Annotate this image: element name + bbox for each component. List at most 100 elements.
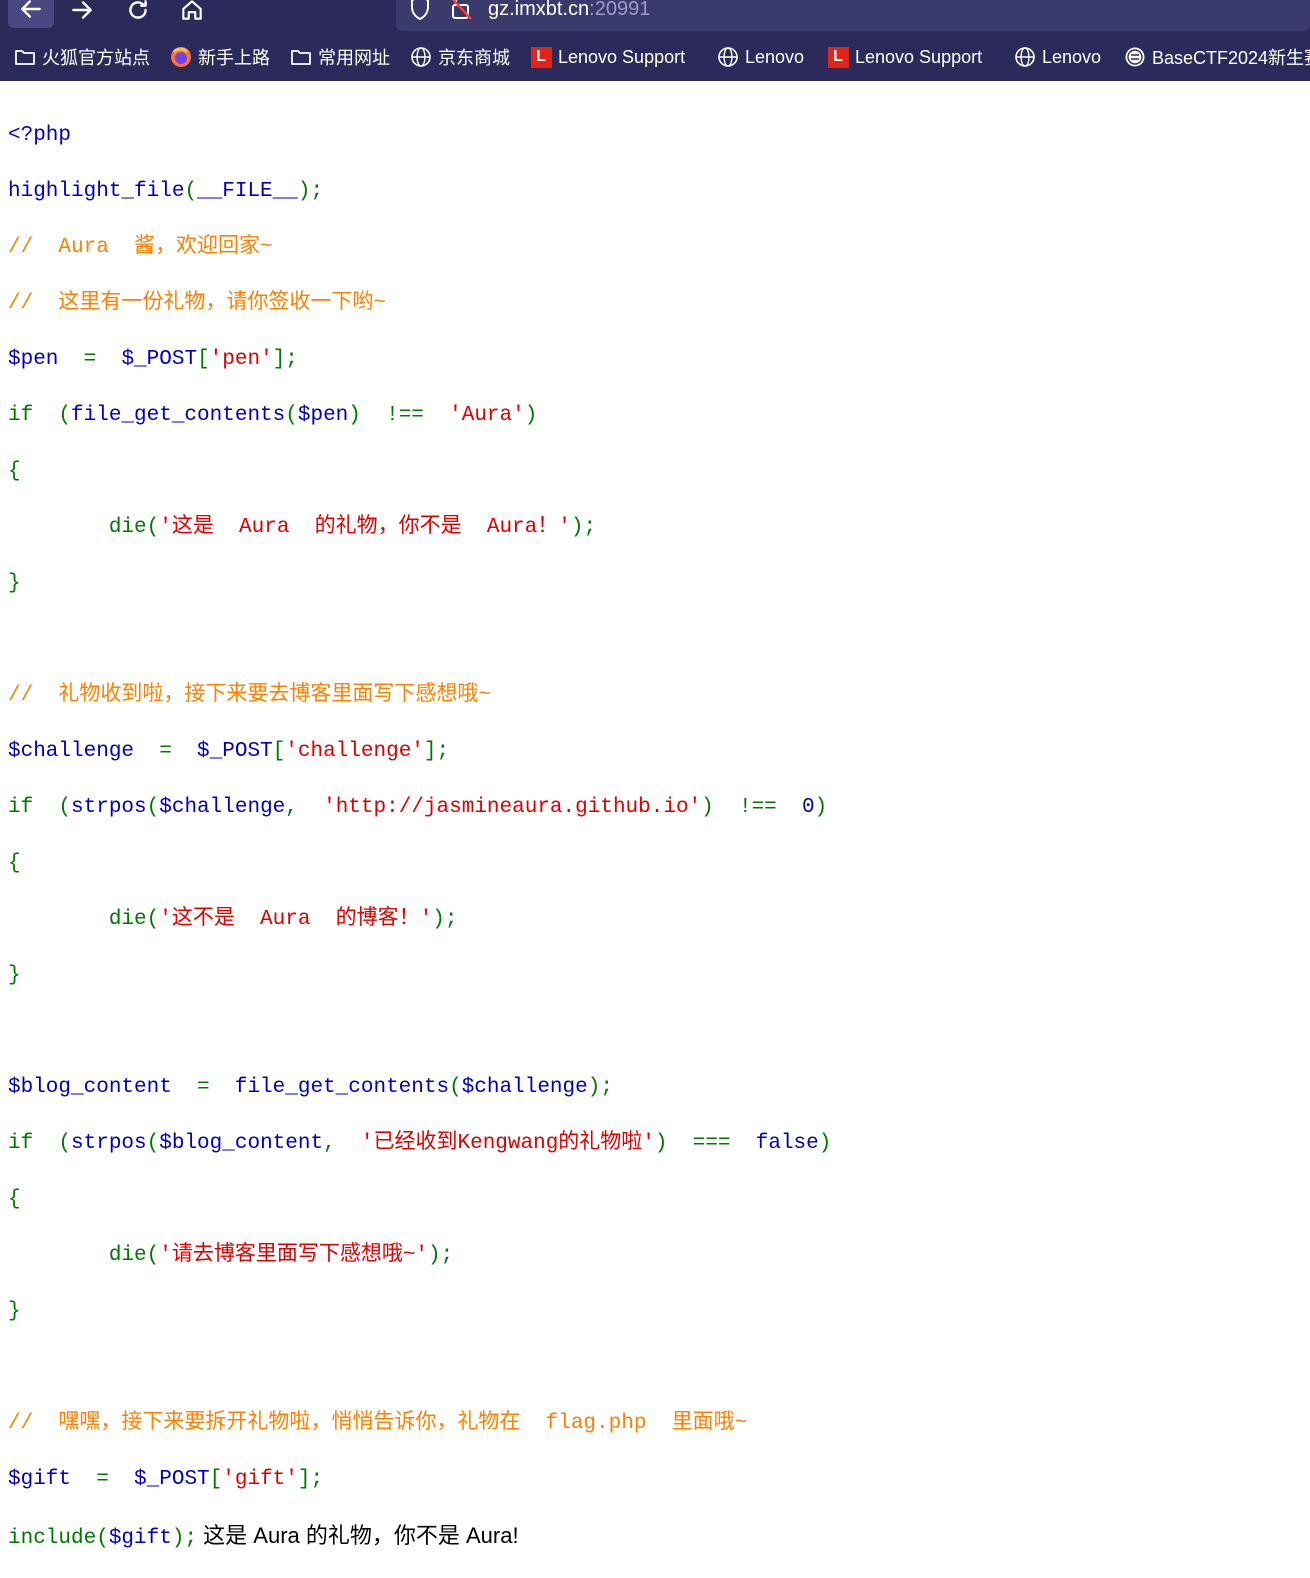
code-line: $blog_content = file_get_contents($chall… xyxy=(8,1074,831,1102)
code-token: $_POST xyxy=(121,348,198,371)
bookmark-label: 火狐官方站点 xyxy=(42,48,150,68)
code-token: <?php xyxy=(8,124,72,147)
code-line: die('这是 Aura 的礼物，你不是 Aura！'); xyxy=(8,514,831,542)
globe-icon xyxy=(1014,46,1036,68)
bookmark-label: 常用网址 xyxy=(318,48,390,68)
code-token: strpos xyxy=(71,796,147,819)
code-token: ) xyxy=(814,796,828,819)
code-token: , xyxy=(285,796,324,819)
globe-icon xyxy=(410,46,432,68)
code-token: ) xyxy=(818,1132,832,1155)
bookmarks-bar: 火狐官方站点 新手上路 常用网址 京东商城 L Lenovo Support L… xyxy=(0,33,1310,81)
arrow-left-icon xyxy=(21,0,41,18)
code-token: ( xyxy=(285,404,298,427)
code-comment: // 这里有一份礼物，请你签收一下哟~ xyxy=(8,292,387,315)
bookmark-lenovo-support-1[interactable]: L Lenovo Support xyxy=(530,43,685,71)
code-comment: // 礼物收到啦，接下来要去博客里面写下感想哦~ xyxy=(8,684,492,707)
bookmark-lenovo-1[interactable]: Lenovo xyxy=(717,43,804,71)
code-line: } xyxy=(8,1298,831,1326)
code-token: ) !== xyxy=(348,404,450,427)
code-string: 'challenge' xyxy=(285,740,424,763)
code-token: ) === xyxy=(654,1132,756,1155)
code-token: $pen xyxy=(8,348,59,371)
code-line: if (strpos($challenge, 'http://jasmineau… xyxy=(8,794,831,822)
code-token: $challenge xyxy=(159,796,286,819)
code-token: ( xyxy=(184,180,198,203)
code-string: '已经收到Kengwang的礼物啦' xyxy=(360,1132,655,1155)
code-token: } xyxy=(8,572,21,595)
bookmark-label: BaseCTF2024新生赛 xyxy=(1152,48,1310,68)
code-token: ) xyxy=(524,404,538,427)
code-token: { xyxy=(8,460,21,483)
code-token: ); xyxy=(171,1527,198,1550)
code-token: ); xyxy=(587,1076,613,1099)
code-token: { xyxy=(8,852,21,875)
code-token: $pen xyxy=(297,404,349,427)
code-token: $blog_content xyxy=(159,1132,324,1155)
bookmark-label: 京东商城 xyxy=(438,48,510,68)
bookmark-lenovo-2[interactable]: Lenovo xyxy=(1014,43,1101,71)
tracking-shield-icon[interactable] xyxy=(408,0,432,26)
code-token: [ xyxy=(197,348,210,371)
code-line: { xyxy=(8,458,831,486)
code-token: ( xyxy=(146,796,160,819)
code-string: '请去博客里面写下感想哦~' xyxy=(159,1244,429,1267)
code-string: 'http://jasmineaura.github.io' xyxy=(323,796,702,819)
code-token: $_POST xyxy=(134,1468,210,1491)
code-line: // 这里有一份礼物，请你签收一下哟~ xyxy=(8,290,831,318)
arrow-right-icon xyxy=(72,1,92,19)
code-string: 'pen' xyxy=(209,348,273,371)
code-token: $challenge xyxy=(461,1076,588,1099)
code-token: $gift xyxy=(108,1527,172,1550)
page-output-text: 这是 Aura 的礼物，你不是 Aura! xyxy=(197,1523,519,1548)
code-token: = xyxy=(134,740,198,763)
code-token: if ( xyxy=(8,1132,72,1155)
code-token: ); xyxy=(570,516,597,539)
code-token: if ( xyxy=(8,796,72,819)
code-token: ) !== xyxy=(701,796,802,819)
code-token: ]; xyxy=(272,348,298,371)
bookmark-lenovo-support-2[interactable]: L Lenovo Support xyxy=(827,43,982,71)
code-token: __FILE__ xyxy=(197,180,298,203)
folder-icon xyxy=(14,46,36,68)
code-line: die('这不是 Aura 的博客！'); xyxy=(8,906,831,934)
globe-icon xyxy=(717,46,739,68)
code-string: '这是 Aura 的礼物，你不是 Aura！' xyxy=(159,516,571,539)
code-line: highlight_file(__FILE__); xyxy=(8,178,831,206)
code-line: // Aura 酱，欢迎回家~ xyxy=(8,234,831,262)
reload-button[interactable] xyxy=(122,0,154,26)
url-host: gz.imxbt.cn xyxy=(488,0,590,20)
code-token: $gift xyxy=(8,1468,72,1491)
code-token: [ xyxy=(272,740,286,763)
code-token: highlight_file xyxy=(8,180,185,203)
code-token: ]; xyxy=(423,740,450,763)
bookmark-jd[interactable]: 京东商城 xyxy=(410,43,510,71)
code-token: $challenge xyxy=(8,740,135,763)
lenovo-icon: L xyxy=(827,46,849,68)
bookmark-common-sites[interactable]: 常用网址 xyxy=(290,43,390,71)
code-line: $gift = $_POST['gift']; xyxy=(8,1466,831,1494)
back-button[interactable] xyxy=(8,0,54,28)
forward-button[interactable] xyxy=(66,0,98,26)
code-line: // 嘿嘿，接下来要拆开礼物啦，悄悄告诉你，礼物在 flag.php 里面哦~ xyxy=(8,1410,831,1438)
code-line: { xyxy=(8,1186,831,1214)
code-token: $blog_content xyxy=(8,1076,172,1099)
home-button[interactable] xyxy=(176,0,208,26)
url-text[interactable]: gz.imxbt.cn:20991 xyxy=(488,0,650,24)
bookmark-label: Lenovo Support xyxy=(558,46,686,67)
php-source-code: <?php highlight_file(__FILE__); // Aura … xyxy=(8,94,831,1578)
bookmark-basectf[interactable]: BaseCTF2024新生赛 xyxy=(1124,43,1310,71)
code-string: 'Aura' xyxy=(449,404,525,427)
code-token: = xyxy=(171,1076,235,1099)
code-token: = xyxy=(71,1468,135,1491)
code-token: $_POST xyxy=(197,740,273,763)
bookmark-firefox-official[interactable]: 火狐官方站点 xyxy=(14,43,150,71)
bookmark-getting-started[interactable]: 新手上路 xyxy=(170,43,270,71)
code-line: if (file_get_contents($pen) !== 'Aura') xyxy=(8,402,831,430)
lenovo-icon: L xyxy=(530,46,552,68)
code-line: $pen = $_POST['pen']; xyxy=(8,346,831,374)
code-line: } xyxy=(8,962,831,990)
insecure-lock-icon[interactable] xyxy=(448,0,474,26)
